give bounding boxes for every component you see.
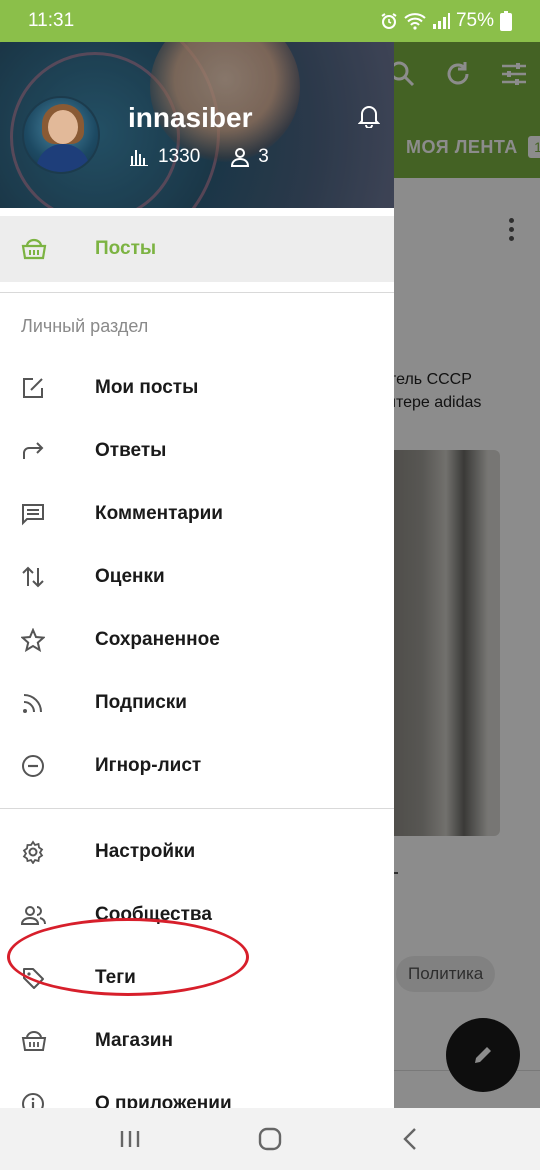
drawer-item-label: Посты <box>95 238 157 259</box>
signal-icon <box>432 13 450 29</box>
drawer-item-comments[interactable]: Комментарии <box>0 486 394 542</box>
comment-icon <box>0 502 95 526</box>
drawer-item-label: Настройки <box>95 841 196 862</box>
gear-icon <box>0 840 95 864</box>
back-button[interactable] <box>380 1114 440 1164</box>
drawer-item-label: Магазин <box>95 1030 173 1051</box>
back-icon <box>403 1128 416 1150</box>
sort-arrows-icon <box>0 565 95 589</box>
highlight-circle <box>7 918 249 996</box>
drawer-item-label: О приложении <box>95 1093 232 1108</box>
bell-icon[interactable] <box>358 104 380 128</box>
drawer-item-about[interactable]: О приложении <box>0 1076 394 1108</box>
divider <box>0 292 394 293</box>
home-icon <box>258 1127 282 1151</box>
drawer-item-ignore-list[interactable]: Игнор-лист <box>0 738 394 794</box>
system-nav-bar <box>0 1108 540 1170</box>
drawer-item-settings[interactable]: Настройки <box>0 824 394 880</box>
status-time: 11:31 <box>28 10 75 31</box>
alarm-icon <box>381 13 397 29</box>
reply-arrow-icon <box>0 439 95 463</box>
subscribers-stat: 3 <box>230 146 269 168</box>
profile-stats: 1330 3 <box>130 146 289 168</box>
drawer-item-posts[interactable]: Посты <box>0 216 394 282</box>
shop-basket-icon <box>0 1030 95 1052</box>
divider <box>0 208 394 216</box>
drawer-item-label: Комментарии <box>95 503 223 524</box>
drawer-item-label: Мои посты <box>95 377 199 398</box>
home-button[interactable] <box>240 1114 300 1164</box>
navigation-drawer: innasiber 1330 3 Посты Личный раздел Мои… <box>0 42 394 1108</box>
drawer-item-saved[interactable]: Сохраненное <box>0 612 394 668</box>
wifi-icon <box>404 13 426 30</box>
username[interactable]: innasiber <box>128 102 252 134</box>
drawer-item-label: Сохраненное <box>95 629 220 650</box>
divider <box>0 808 394 809</box>
drawer-item-my-posts[interactable]: Мои посты <box>0 360 394 416</box>
status-bar: 11:31 75% <box>0 0 540 42</box>
status-icons: 75% <box>380 10 512 32</box>
edit-square-icon <box>0 376 95 400</box>
shop-basket-icon <box>0 238 95 260</box>
star-icon <box>0 628 95 652</box>
recent-apps-icon <box>120 1131 140 1147</box>
info-icon <box>0 1092 95 1108</box>
block-icon <box>0 754 95 778</box>
person-icon <box>231 148 250 167</box>
profile-header: innasiber 1330 3 <box>0 42 394 208</box>
drawer-item-ratings[interactable]: Оценки <box>0 549 394 605</box>
battery-percent: 75% <box>455 10 494 31</box>
avatar[interactable] <box>22 96 100 174</box>
subscribers-value: 3 <box>258 146 269 167</box>
recent-apps-button[interactable] <box>100 1114 160 1164</box>
drawer-item-subscriptions[interactable]: Подписки <box>0 675 394 731</box>
drawer-item-label: Подписки <box>95 692 187 713</box>
drawer-item-shop[interactable]: Магазин <box>0 1013 394 1069</box>
rating-stat: 1330 <box>130 146 200 168</box>
drawer-item-replies[interactable]: Ответы <box>0 423 394 479</box>
rating-value: 1330 <box>158 146 201 167</box>
drawer-item-label: Оценки <box>95 566 165 587</box>
bar-chart-icon <box>130 150 148 166</box>
rss-icon <box>0 691 95 715</box>
battery-icon <box>500 11 512 31</box>
drawer-item-label: Игнор-лист <box>95 755 202 776</box>
drawer-item-label: Ответы <box>95 440 167 461</box>
section-title: Личный раздел <box>21 316 149 336</box>
